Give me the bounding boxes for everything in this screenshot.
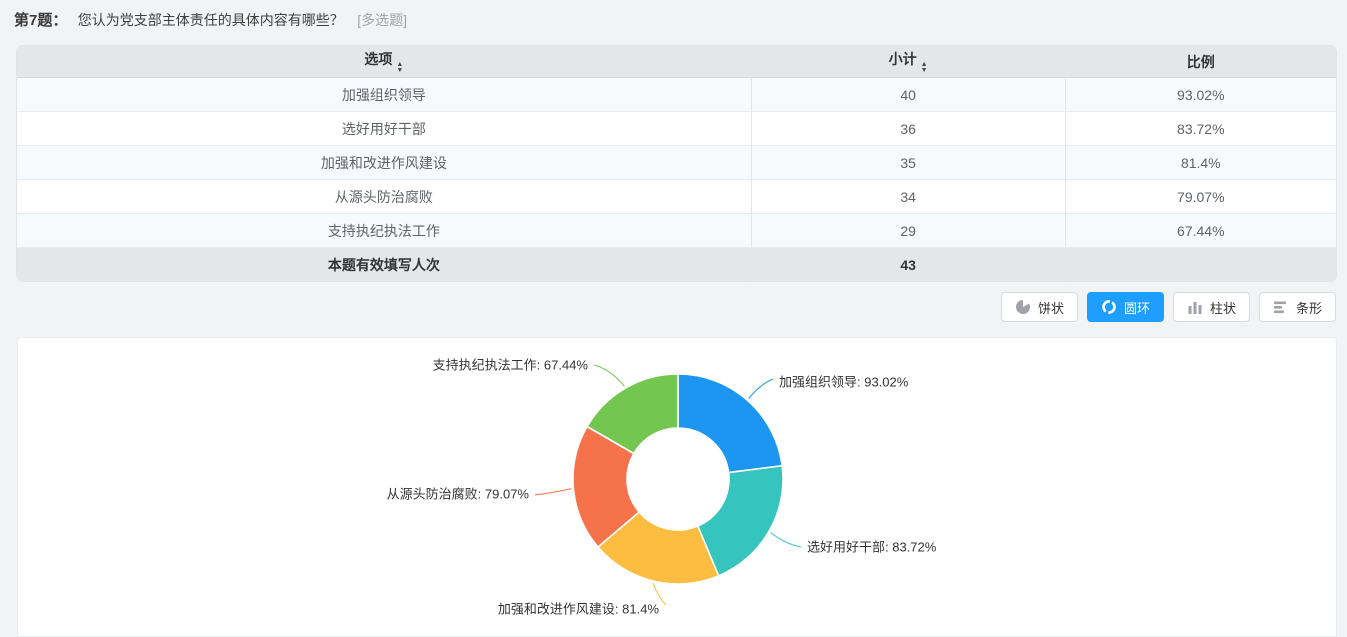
pie-chart-button-label: 饼状 bbox=[1038, 298, 1064, 317]
ratio-cell: 81.4% bbox=[1066, 146, 1336, 180]
table-header-row: 选项 小计 比例 bbox=[17, 46, 1336, 78]
label-leader-line bbox=[749, 379, 773, 399]
column-header-count-label: 小计 bbox=[889, 51, 917, 67]
column-chart-icon bbox=[1187, 299, 1203, 315]
sort-icon[interactable] bbox=[921, 62, 928, 74]
count-cell: 36 bbox=[752, 112, 1066, 146]
column-header-ratio: 比例 bbox=[1066, 46, 1336, 78]
count-cell: 29 bbox=[752, 214, 1066, 248]
donut-slice-label: 加强组织领导: 93.02% bbox=[779, 374, 909, 389]
table-total-row: 本题有效填写人次 43 bbox=[17, 248, 1336, 281]
pie-chart-icon bbox=[1015, 299, 1031, 315]
donut-chart-button[interactable]: 圆环 bbox=[1087, 292, 1164, 322]
count-cell: 40 bbox=[752, 78, 1066, 112]
table-row: 加强和改进作风建设 35 81.4% bbox=[17, 146, 1336, 180]
column-header-option[interactable]: 选项 bbox=[17, 46, 752, 78]
chart-type-switcher: 饼状 圆环 柱状 条形 bbox=[1001, 292, 1336, 322]
bar-chart-button[interactable]: 条形 bbox=[1259, 292, 1336, 322]
bar-chart-icon bbox=[1273, 299, 1289, 315]
label-leader-line bbox=[535, 489, 571, 495]
label-leader-line bbox=[771, 533, 801, 548]
ratio-cell: 93.02% bbox=[1066, 78, 1336, 112]
donut-chart: 加强组织领导: 93.02% 选好用好干部: 83.72% 加强和改进作风建设: 8… bbox=[18, 338, 1336, 632]
total-count-cell: 43 bbox=[752, 248, 1066, 281]
question-type-tag: [多选题] bbox=[357, 12, 407, 28]
table-row: 选好用好干部 36 83.72% bbox=[17, 112, 1336, 146]
column-chart-button-label: 柱状 bbox=[1210, 298, 1236, 317]
donut-slice-label: 从源头防治腐败: 79.07% bbox=[387, 486, 530, 501]
column-header-ratio-label: 比例 bbox=[1187, 54, 1215, 70]
question-number: 第7题： bbox=[14, 12, 67, 29]
donut-chart-button-label: 圆环 bbox=[1124, 298, 1150, 317]
option-cell: 选好用好干部 bbox=[17, 112, 752, 146]
donut-slice[interactable] bbox=[678, 374, 782, 473]
question-text: 您认为党支部主体责任的具体内容有哪些？ bbox=[78, 12, 344, 28]
donut-slice-label: 选好用好干部: 83.72% bbox=[807, 539, 937, 554]
donut-slice-label: 加强和改进作风建设: 81.4% bbox=[498, 601, 660, 616]
total-label-cell: 本题有效填写人次 bbox=[17, 248, 752, 281]
column-header-count[interactable]: 小计 bbox=[752, 46, 1066, 78]
table-row: 从源头防治腐败 34 79.07% bbox=[17, 180, 1336, 214]
option-cell: 加强组织领导 bbox=[17, 78, 752, 112]
column-chart-button[interactable]: 柱状 bbox=[1173, 292, 1250, 322]
table-row: 加强组织领导 40 93.02% bbox=[17, 78, 1336, 112]
total-ratio-cell bbox=[1066, 248, 1336, 281]
table-row: 支持执纪执法工作 29 67.44% bbox=[17, 214, 1336, 248]
chart-panel: 加强组织领导: 93.02% 选好用好干部: 83.72% 加强和改进作风建设: 8… bbox=[17, 337, 1337, 637]
question-header: 第7题： 您认为党支部主体责任的具体内容有哪些？ [多选题] bbox=[14, 9, 407, 30]
ratio-cell: 83.72% bbox=[1066, 112, 1336, 146]
option-cell: 加强和改进作风建设 bbox=[17, 146, 752, 180]
count-cell: 35 bbox=[752, 146, 1066, 180]
donut-slice-label: 支持执纪执法工作: 67.44% bbox=[433, 357, 589, 372]
pie-chart-button[interactable]: 饼状 bbox=[1001, 292, 1078, 322]
column-header-option-label: 选项 bbox=[364, 51, 392, 67]
option-cell: 从源头防治腐败 bbox=[17, 180, 752, 214]
label-leader-line bbox=[594, 365, 625, 386]
donut-chart-icon bbox=[1101, 299, 1117, 315]
bar-chart-button-label: 条形 bbox=[1296, 298, 1322, 317]
ratio-cell: 79.07% bbox=[1066, 180, 1336, 214]
count-cell: 34 bbox=[752, 180, 1066, 214]
ratio-cell: 67.44% bbox=[1066, 214, 1336, 248]
results-table: 选项 小计 比例 加强组织领导 40 93.02% 选好用好干部 36 83.7… bbox=[16, 45, 1337, 282]
sort-icon[interactable] bbox=[396, 62, 403, 74]
option-cell: 支持执纪执法工作 bbox=[17, 214, 752, 248]
